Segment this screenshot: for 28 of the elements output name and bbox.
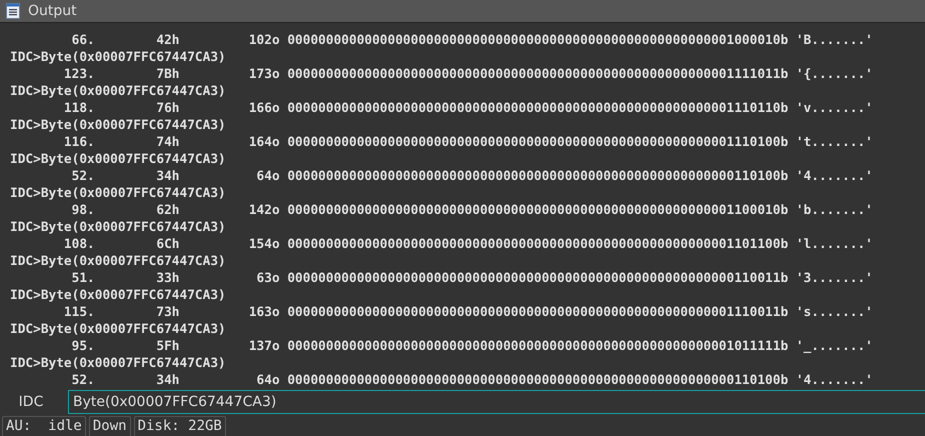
- command-echo-line: IDC>Byte(0x00007FFC67447CA3): [10, 287, 226, 304]
- result-line: 118. 76h 166o 0000000000000000000000000000000000000000000000000000000001110110b 'v.......': [62, 100, 873, 117]
- command-echo-line: IDC>Byte(0x00007FFC67447CA3): [10, 355, 226, 372]
- result-line: 52. 34h 64o 0000000000000000000000000000000000000000000000000000000000110100b '4.......': [70, 168, 873, 185]
- result-line: 98. 62h 142o 0000000000000000000000000000000000000000000000000000000001100010b 'b.......': [70, 202, 873, 219]
- result-line: 66. 42h 102o 0000000000000000000000000000000000000000000000000000000001000010b 'B.......': [70, 32, 873, 49]
- command-input-field[interactable]: Byte(0x00007FFC67447CA3): [68, 390, 925, 414]
- status-cell: AU: idle: [2, 416, 86, 436]
- result-line: 95. 5Fh 137o 0000000000000000000000000000000000000000000000000000000001011111b '_.......': [70, 338, 873, 355]
- command-echo-line: IDC>Byte(0x00007FFC67447CA3): [10, 253, 226, 270]
- command-echo-line: IDC>Byte(0x00007FFC67447CA3): [10, 219, 226, 236]
- document-icon: [6, 3, 20, 19]
- command-echo-line: IDC>Byte(0x00007FFC67447CA3): [10, 185, 226, 202]
- status-cell: Down: [88, 416, 131, 436]
- result-line: 123. 7Bh 173o 0000000000000000000000000000000000000000000000000000000001111011b '{.......': [62, 66, 873, 83]
- command-echo-line: IDC>Byte(0x00007FFC67447CA3): [10, 83, 226, 100]
- result-line: 52. 34h 64o 0000000000000000000000000000000000000000000000000000000000110100b '4.......': [70, 372, 873, 388]
- command-echo-line: IDC>Byte(0x00007FFC67447CA3): [10, 117, 226, 134]
- result-line: 108. 6Ch 154o 0000000000000000000000000000000000000000000000000000000001101100b 'l.......': [62, 236, 873, 253]
- result-line: 115. 73h 163o 0000000000000000000000000000000000000000000000000000000001110011b 's.......': [62, 304, 873, 321]
- command-echo-line: IDC>Byte(0x00007FFC67447CA3): [10, 49, 226, 66]
- input-label: IDC: [18, 393, 44, 412]
- result-line: 51. 33h 63o 0000000000000000000000000000000000000000000000000000000000110011b '3.......': [70, 270, 873, 287]
- result-line: 116. 74h 164o 0000000000000000000000000000000000000000000000000000000001110100b 't.......': [62, 134, 873, 151]
- status-cell: Disk: 22GB: [134, 416, 226, 436]
- command-echo-line: IDC>Byte(0x00007FFC67447CA3): [10, 321, 226, 338]
- command-echo-line: IDC>Byte(0x00007FFC67447CA3): [10, 151, 226, 168]
- window-title: Output: [28, 3, 77, 19]
